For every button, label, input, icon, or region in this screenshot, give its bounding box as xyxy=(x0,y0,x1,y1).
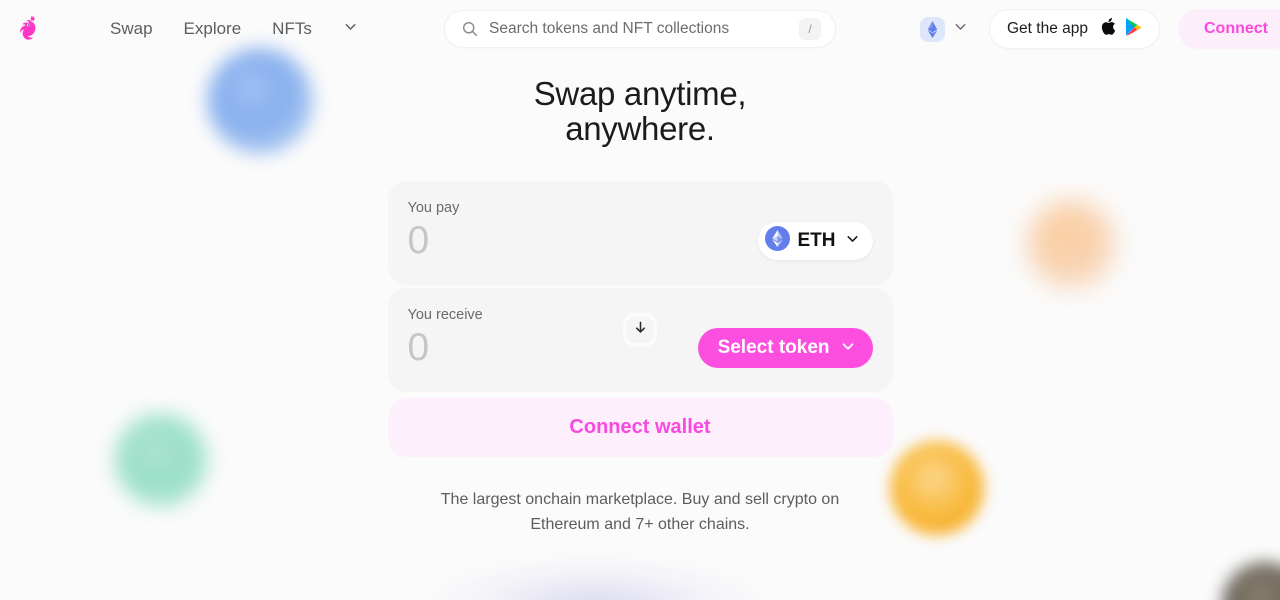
blurred-token-orb-dark xyxy=(1222,562,1280,600)
bottom-glow xyxy=(430,560,760,600)
google-play-icon xyxy=(1125,17,1142,41)
chain-selector[interactable] xyxy=(914,13,975,46)
ethereum-icon xyxy=(764,225,790,256)
chevron-down-icon xyxy=(952,18,969,40)
connect-button[interactable]: Connect xyxy=(1178,9,1280,49)
pay-token-selector[interactable]: ETH xyxy=(757,221,873,260)
pay-row: ETH xyxy=(407,217,873,265)
get-the-app-button[interactable]: Get the app xyxy=(988,9,1160,49)
nav-item-swap-label: Swap xyxy=(110,19,153,38)
page-tagline: The largest onchain marketplace. Buy and… xyxy=(440,490,840,533)
nav-item-explore[interactable]: Explore xyxy=(172,13,254,45)
search-icon xyxy=(461,20,479,38)
pay-amount-input[interactable] xyxy=(407,217,668,265)
uniswap-unicorn-logo[interactable] xyxy=(14,12,48,46)
pay-label: You pay xyxy=(407,199,460,216)
page-headline: Swap anytime, anywhere. xyxy=(534,76,747,147)
chevron-down-icon xyxy=(844,230,861,252)
select-token-label: Select token xyxy=(717,336,830,358)
swap-card: You pay ETH xyxy=(387,180,893,457)
headline-line-1: Swap anytime, xyxy=(533,75,747,112)
store-icons xyxy=(1100,17,1142,41)
main-nav: Swap Explore NFTs xyxy=(98,10,370,48)
select-token-button[interactable]: Select token xyxy=(697,327,873,368)
search-box[interactable]: / xyxy=(444,10,836,48)
swap-direction-button[interactable] xyxy=(623,312,657,347)
swap-pay-panel: You pay ETH xyxy=(387,180,893,285)
header-right-controls: Get the app Connect xyxy=(914,8,1280,50)
app-header: Swap Explore NFTs / xyxy=(0,0,1280,58)
apple-icon xyxy=(1100,17,1116,41)
arrow-down-icon xyxy=(632,319,649,341)
search-shortcut-badge: / xyxy=(799,18,821,40)
search-container: / xyxy=(444,10,836,48)
pay-token-symbol: ETH xyxy=(797,229,836,251)
chevron-down-icon xyxy=(839,337,857,358)
nav-item-nfts[interactable]: NFTs xyxy=(260,13,324,45)
nav-more-menu-button[interactable] xyxy=(331,10,370,48)
nav-item-swap[interactable]: Swap xyxy=(98,13,165,45)
connect-wallet-button[interactable]: Connect wallet xyxy=(387,397,893,457)
chevron-down-icon xyxy=(342,18,359,40)
get-the-app-label: Get the app xyxy=(1006,20,1088,37)
nav-item-explore-label: Explore xyxy=(183,19,242,38)
main-content: Swap anytime, anywhere. You pay 0 ETH Yo… xyxy=(0,58,1280,537)
headline-line-2: anywhere. xyxy=(565,110,715,148)
search-input[interactable] xyxy=(489,20,799,38)
ethereum-icon xyxy=(919,16,945,42)
nav-item-nfts-label: NFTs xyxy=(272,19,312,38)
